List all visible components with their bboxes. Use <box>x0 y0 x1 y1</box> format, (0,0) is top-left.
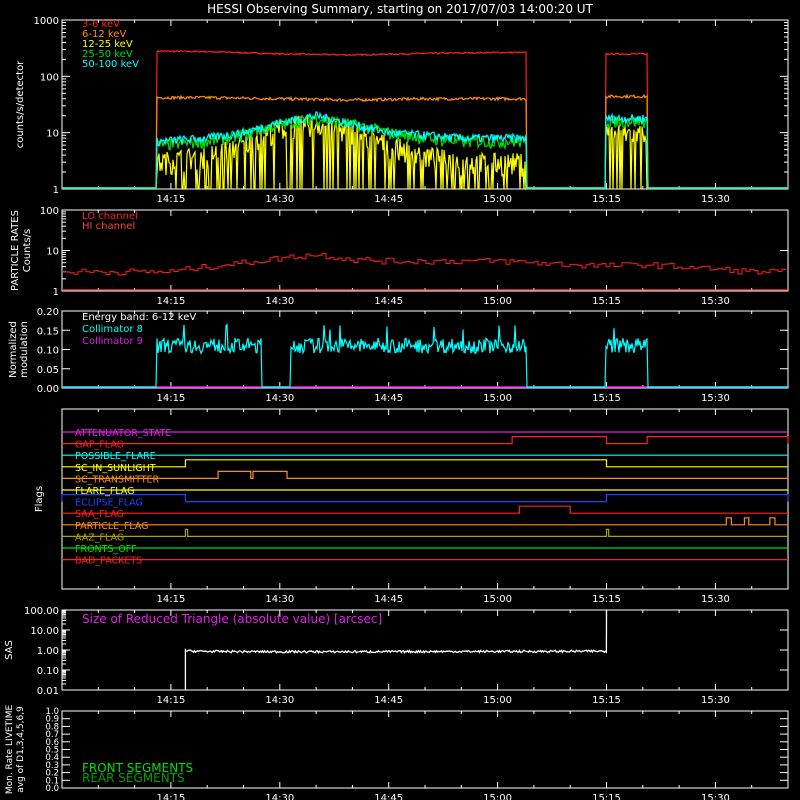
count-panel-xtick-label: 14:15 <box>156 194 185 205</box>
count-ytick-label: 10 <box>46 129 59 140</box>
sas-panel-xtick-label: 14:30 <box>265 695 294 706</box>
particle-panel-xtick-label: 15:15 <box>592 296 621 307</box>
sas-panel-xtick-label: 14:15 <box>156 695 185 706</box>
livetime-ylabel: Mon. Rate LIVETIME <box>5 705 15 795</box>
count-series-25-50-keV <box>62 113 788 189</box>
modulation-panel-xtick-label: 14:15 <box>156 393 185 404</box>
count-ytick-label: 1 <box>53 185 59 196</box>
figure-title: HESSI Observing Summary, starting on 201… <box>207 2 593 16</box>
flag-label-gap_flag: GAP_FLAG <box>75 440 124 451</box>
flags-panel-xtick-label: 14:45 <box>374 594 403 605</box>
flag-label-saa_flag: SAA_FLAG <box>75 509 124 520</box>
particle-ylabel: PARTICLE RATES <box>10 210 21 291</box>
livetime-panel-xtick-label: 15:15 <box>592 793 621 800</box>
count-panel-xtick-label: 15:15 <box>592 194 621 205</box>
count-series-50-100-keV <box>62 111 788 189</box>
sas-annotation: Size of Reduced Triangle (absolute value… <box>82 612 382 626</box>
count-ylabel: counts/s/detector <box>15 60 26 148</box>
flags-panel-xtick-label: 15:00 <box>483 594 512 605</box>
flag-label-possible_flare: POSSIBLE_FLARE <box>75 451 156 462</box>
sas-ytick-label: 100.00 <box>24 606 59 617</box>
modulation-series-col8 <box>62 323 788 388</box>
sas-panel-xtick-label: 15:15 <box>592 695 621 706</box>
count-ytick-label: 1000 <box>34 16 59 27</box>
modulation-panel-xtick-label: 15:30 <box>701 393 730 404</box>
flags-panel-xtick-label: 15:15 <box>592 594 621 605</box>
sas-ytick-label: 0.01 <box>37 686 59 697</box>
sas-ytick-label: 1.00 <box>37 646 59 657</box>
modulation-panel-xtick-label: 14:45 <box>374 393 403 404</box>
modulation-ylabel-2: modulation <box>19 321 30 378</box>
livetime-ytick-label: 1.0 <box>45 707 59 717</box>
modulation-ytick-label: 0.05 <box>37 365 59 376</box>
livetime-panel-xtick-label: 14:45 <box>374 793 403 800</box>
particle-ytick-label: 100 <box>40 206 59 217</box>
modulation-ytick-label: 0.20 <box>37 307 59 318</box>
sas-panel-xtick-label: 15:30 <box>701 695 730 706</box>
livetime-ylabel-2: avg of D1,3,4,5,6,9 <box>16 706 26 793</box>
modulation-ylabel: Normalized <box>8 321 19 378</box>
count-panel-xtick-label: 14:30 <box>265 194 294 205</box>
sas-ytick-label: 0.10 <box>37 666 59 677</box>
hessi-summary: HESSI Observing Summary, starting on 201… <box>0 0 800 800</box>
flag-line-particle_flag <box>62 517 788 526</box>
flags-panel-xtick-label: 14:15 <box>156 594 185 605</box>
flags-panel-xtick-label: 14:30 <box>265 594 294 605</box>
flag-label-fronts_off: FRONTS_OFF <box>75 544 137 555</box>
sas-panel-xtick-label: 15:00 <box>483 695 512 706</box>
livetime-panel-xtick-label: 14:15 <box>156 793 185 800</box>
flag-line-sc_transmitter <box>62 470 788 479</box>
summary-figure: HESSI Observing Summary, starting on 201… <box>4 2 789 800</box>
modulation-legend-col8: Collimator 8 <box>82 324 143 335</box>
modulation-panel-xtick-label: 14:30 <box>265 393 294 404</box>
flag-label-particle_flag: PARTICLE_FLAG <box>75 521 148 532</box>
modulation-legend-col9: Collimator 9 <box>82 336 143 347</box>
modulation-annotation: Energy band: 6-12 keV <box>82 312 196 323</box>
particle-series-lo <box>62 253 787 276</box>
particle-panel-xtick-label: 14:30 <box>265 296 294 307</box>
livetime-panel-xtick-label: 14:30 <box>265 793 294 800</box>
particle-panel-xtick-label: 14:45 <box>374 296 403 307</box>
particle-panel-xtick-label: 15:00 <box>483 296 512 307</box>
count-series-12-25-keV <box>62 115 788 191</box>
particle-ytick-label: 1 <box>53 287 59 298</box>
flag-line-eclipse_flag <box>61 494 789 503</box>
count-panel-xtick-label: 14:45 <box>374 194 403 205</box>
flag-line-aaz_flag <box>62 528 788 537</box>
flag-label-bad_packets: BAD_PACKETS <box>75 556 142 567</box>
particle-panel-xtick-label: 14:15 <box>156 296 185 307</box>
flag-label-eclipse_flag: ECLIPSE_FLAG <box>75 498 143 509</box>
count-ytick-label: 100 <box>40 72 59 83</box>
particle-ylabel-units: Counts/s <box>22 229 33 273</box>
particle-ytick-label: 10 <box>46 247 59 258</box>
flag-line-sc_in_sunlight <box>62 459 788 468</box>
modulation-panel-xtick-label: 15:00 <box>483 393 512 404</box>
count-panel-xtick-label: 15:00 <box>483 194 512 205</box>
modulation-ytick-label: 0.15 <box>37 326 59 337</box>
sas-ytick-label: 10.00 <box>30 626 59 637</box>
count-panel-frame <box>61 19 789 190</box>
particle-legend-hi: HI channel <box>82 221 135 232</box>
livetime-panel-xtick-label: 15:30 <box>701 793 730 800</box>
flag-label-aaz_flag: AAZ_FLAG <box>75 532 124 543</box>
sas-ylabel: SAS <box>4 640 15 660</box>
particle-panel-xtick-label: 15:30 <box>701 296 730 307</box>
particle-panel-frame <box>61 209 789 292</box>
modulation-panel-xtick-label: 15:15 <box>592 393 621 404</box>
modulation-ytick-label: 0.10 <box>37 346 59 357</box>
flag-label-flare_flag: FLARE_FLAG <box>75 486 135 497</box>
flags-ylabel: Flags <box>34 486 45 512</box>
flag-label-sc_transmitter: SC_TRANSMITTER <box>75 474 160 485</box>
livetime-legend-rear: REAR SEGMENTS <box>82 771 185 785</box>
flag-label-sc_in_sunlight: SC_IN_SUNLIGHT <box>75 463 156 474</box>
modulation-ytick-label: 0.00 <box>37 384 59 395</box>
count-panel-xtick-label: 15:30 <box>701 194 730 205</box>
flags-panel-xtick-label: 15:30 <box>701 594 730 605</box>
livetime-panel-xtick-label: 15:00 <box>483 793 512 800</box>
flag-label-attenuator_state: ATTENUATOR_STATE <box>75 428 171 439</box>
flag-line-saa_flag <box>62 505 788 514</box>
sas-panel-xtick-label: 14:45 <box>374 695 403 706</box>
count-legend-50-100-keV: 50-100 keV <box>82 59 139 70</box>
